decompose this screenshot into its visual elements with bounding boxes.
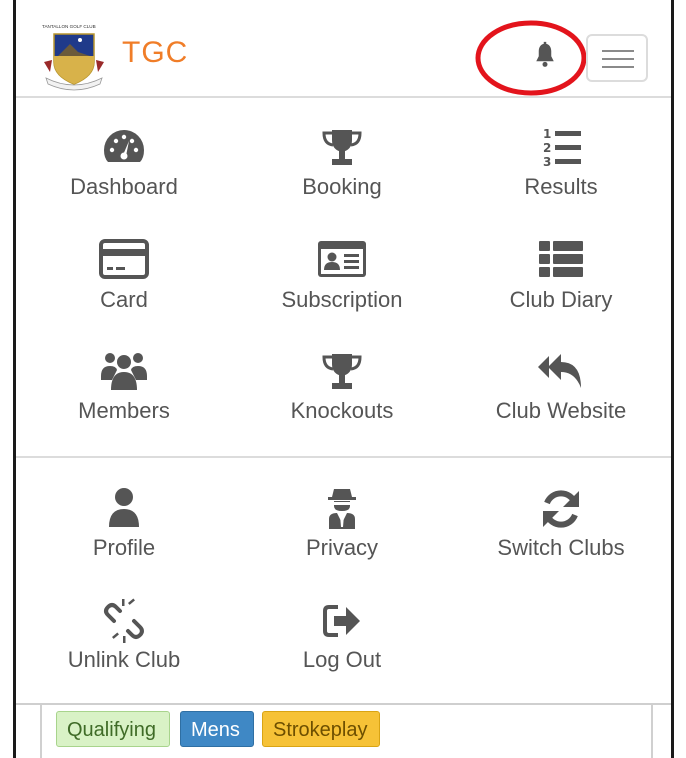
menu-item-club-diary[interactable]: Club Diary	[461, 237, 661, 337]
user-icon	[109, 488, 139, 527]
tag-strokeplay: Strokeplay	[262, 711, 380, 747]
id-card-icon	[318, 241, 366, 277]
credit-card-icon	[99, 239, 149, 279]
frame-border-right	[671, 0, 674, 758]
menu-item-dashboard[interactable]: Dashboard	[24, 124, 224, 224]
tag-mens: Mens	[180, 711, 254, 747]
trophy-icon	[322, 130, 362, 165]
menu-item-label: Club Website	[495, 398, 627, 423]
trophy-icon	[322, 354, 362, 389]
brand-name: TGC	[122, 36, 189, 69]
menu-item-card[interactable]: Card	[24, 237, 224, 337]
menu-item-members[interactable]: Members	[24, 348, 224, 448]
menu-item-label: Members	[78, 398, 170, 423]
content-border-left	[40, 705, 42, 758]
menu-item-label: Switch Clubs	[497, 535, 625, 560]
content-border-right	[651, 705, 653, 758]
menu-item-label: Log Out	[302, 647, 382, 672]
menu-item-label: Profile	[92, 535, 156, 560]
menu-item-club-website[interactable]: Club Website	[461, 348, 661, 448]
menu-item-subscription[interactable]: Subscription	[242, 237, 442, 337]
menu-item-label: Results	[524, 174, 598, 199]
svg-text:2: 2	[543, 141, 551, 155]
svg-text:3: 3	[543, 155, 551, 169]
dashboard-icon	[104, 130, 144, 162]
menu-item-label: Dashboard	[70, 174, 178, 199]
menu-item-profile[interactable]: Profile	[24, 485, 224, 585]
unlink-icon	[104, 598, 144, 643]
menu-item-label: Booking	[302, 174, 382, 199]
menu-item-label: Card	[100, 287, 148, 312]
menu-item-label: Subscription	[281, 287, 403, 312]
menu-item-label: Unlink Club	[67, 647, 181, 672]
menu-item-unlink-club[interactable]: Unlink Club	[24, 597, 224, 697]
section-divider	[16, 703, 671, 705]
menu-divider	[16, 456, 671, 458]
users-icon	[101, 353, 147, 390]
menu-item-label: Club Diary	[509, 287, 613, 312]
tag-qualifying: Qualifying	[56, 711, 170, 747]
reply-all-icon	[538, 354, 581, 388]
list-icon	[539, 241, 583, 277]
svg-text:1: 1	[543, 127, 551, 141]
menu-item-knockouts[interactable]: Knockouts	[242, 348, 442, 448]
menu-item-privacy[interactable]: Privacy	[242, 485, 442, 585]
frame-border-left	[13, 0, 16, 758]
menu-item-booking[interactable]: Booking	[242, 124, 442, 224]
menu-item-log-out[interactable]: Log Out	[242, 597, 442, 697]
hamburger-menu-button[interactable]	[586, 34, 648, 82]
svg-text:TANTALLON GOLF CLUB: TANTALLON GOLF CLUB	[42, 24, 96, 29]
user-secret-icon	[328, 489, 356, 529]
menu-item-label: Privacy	[305, 535, 379, 560]
menu-item-results[interactable]: 1 2 3 Results	[461, 124, 661, 224]
menu-item-switch-clubs[interactable]: Switch Clubs	[461, 485, 661, 585]
club-badge-logo[interactable]: TANTALLON GOLF CLUB	[40, 22, 108, 92]
annotation-circle	[475, 20, 587, 96]
sign-out-icon	[323, 605, 360, 637]
numbered-list-icon: 1 2 3	[543, 127, 581, 169]
menu-item-label: Knockouts	[290, 398, 394, 423]
sync-icon	[543, 490, 579, 528]
